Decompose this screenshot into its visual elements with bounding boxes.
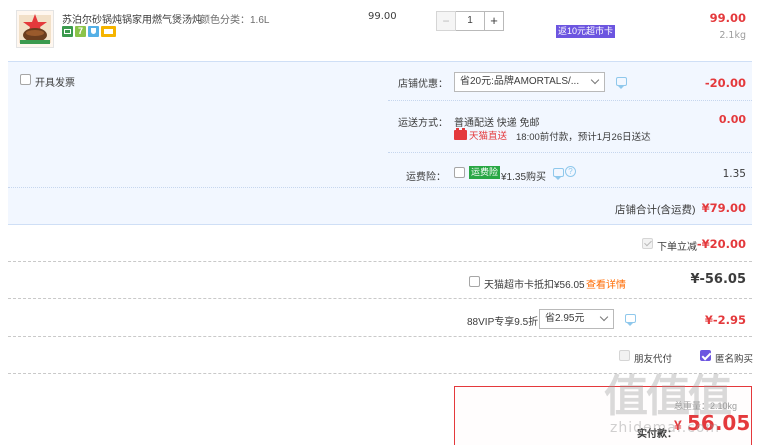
quantity-decrease-button[interactable]: − (436, 11, 456, 31)
product-weight: 2.1kg (719, 30, 746, 41)
vip-discount-select[interactable]: 省2.95元 (539, 309, 614, 329)
instant-discount-checkbox[interactable] (642, 238, 653, 249)
summary-divider (8, 261, 752, 262)
pay-currency: ¥ (674, 417, 682, 433)
insurance-label: 运费险： (406, 172, 446, 183)
anonymous-checkbox[interactable] (700, 350, 711, 361)
shop-panel: 开具发票 店铺优惠： 省20元:品牌AMORTALS/... -20.00 运送… (8, 61, 752, 225)
insurance-price: ¥1.35购买 (501, 172, 547, 183)
delivery-label: 运送方式： (398, 118, 448, 129)
tmall-direct-tag: 天猫直送 (454, 128, 508, 142)
shop-subtotal-amount: ¥79.00 (701, 201, 746, 215)
pay-label: 实付款： (637, 429, 677, 440)
help-icon[interactable]: ? (565, 166, 576, 177)
service-badges: 7 (62, 26, 116, 38)
friend-pay-checkbox[interactable] (619, 350, 630, 361)
shop-promo-select-value: 省20元:品牌AMORTALS/... (460, 76, 580, 87)
vip-discount-amount: ¥-2.95 (704, 313, 746, 327)
delivery-method: 普通配送 快递 免邮 (454, 118, 540, 129)
chevron-down-icon (590, 75, 600, 85)
summary-divider (8, 336, 752, 337)
vip-label: 88VIP专享9.5折 (467, 317, 539, 328)
supermarket-card-label[interactable]: 天猫超市卡抵扣¥56.05 (484, 276, 585, 291)
product-image (19, 14, 51, 44)
insurance-checkbox[interactable] (454, 167, 465, 178)
seven-day-return-badge-icon[interactable]: 7 (75, 26, 86, 37)
product-title[interactable]: 苏泊尔砂锅炖锅家用燃气煲汤炖... (62, 11, 202, 26)
pay-amount: 56.05 (687, 411, 751, 435)
payment-box: 总重量：2.10kg 实付款： ¥ 56.05 (454, 386, 752, 445)
quantity-stepper: − 1 + (436, 11, 508, 31)
instant-discount-label: 下单立减 (657, 242, 697, 253)
anonymous-label[interactable]: 匿名购买 (715, 351, 753, 365)
panel-row-divider (388, 152, 752, 153)
delivery-note: 18:00前付款，预计1月26日送达 (516, 132, 651, 143)
shop-subtotal-label: 店铺合计(含运费) (615, 204, 696, 216)
coupon-tag[interactable]: 返10元超市卡 (556, 25, 616, 38)
comment-bubble-icon[interactable] (625, 314, 636, 326)
card-badge-icon[interactable] (101, 26, 116, 37)
product-total: 99.00 (709, 11, 746, 25)
supermarket-card-amount: ¥-56.05 (690, 272, 746, 287)
shield-badge-icon[interactable] (88, 26, 99, 37)
chevron-down-icon (599, 312, 609, 322)
product-row: 苏泊尔砂锅炖锅家用燃气煲汤炖... 颜色分类：1.6L 7 99.00 − 1 … (8, 0, 752, 60)
tmall-cat-icon (454, 128, 467, 140)
shop-promo-amount: -20.00 (704, 76, 746, 90)
supermarket-card-checkbox[interactable] (469, 276, 480, 287)
comment-bubble-icon[interactable] (616, 77, 627, 89)
instant-discount-amount: -¥20.00 (696, 237, 746, 251)
product-spec: 颜色分类：1.6L (200, 15, 270, 26)
summary-divider (8, 373, 752, 374)
product-thumbnail[interactable] (16, 10, 54, 48)
shop-promo-select[interactable]: 省20元:品牌AMORTALS/... (454, 72, 605, 92)
invoice-label[interactable]: 开具发票 (35, 74, 75, 89)
panel-row-divider (8, 187, 752, 188)
supermarket-detail-link[interactable]: 查看详情 (586, 276, 626, 291)
panel-row-divider (388, 100, 752, 101)
quantity-input[interactable]: 1 (456, 11, 484, 31)
shop-promo-label: 店铺优惠： (398, 79, 448, 90)
comment-bubble-icon[interactable] (553, 168, 564, 180)
tmall-supermarket-badge-icon[interactable] (62, 26, 73, 37)
summary-divider (8, 298, 752, 299)
tmall-direct-text: 天猫直送 (469, 131, 508, 142)
invoice-checkbox[interactable] (20, 74, 31, 85)
vip-discount-select-value: 省2.95元 (545, 313, 585, 324)
friend-pay-label[interactable]: 朋友代付 (634, 351, 672, 365)
insurance-amount: 1.35 (722, 168, 746, 180)
unit-price: 99.00 (368, 11, 397, 22)
insurance-tag: 运费险 (469, 166, 501, 179)
quantity-increase-button[interactable]: + (484, 11, 504, 31)
delivery-amount: 0.00 (718, 113, 746, 126)
